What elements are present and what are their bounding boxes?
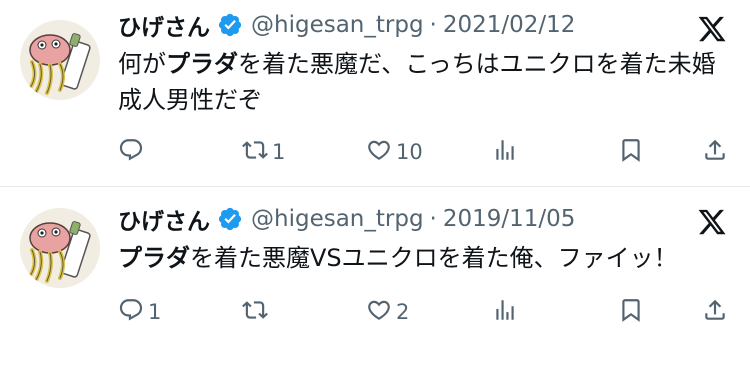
retweet-button[interactable]	[242, 294, 272, 330]
share-button[interactable]	[702, 134, 728, 170]
views-icon	[492, 297, 518, 328]
avatar[interactable]	[20, 208, 100, 288]
tweet-text-bold: プラダ	[166, 50, 238, 78]
verified-badge-icon	[217, 12, 243, 38]
tweet-text-part: を着た悪魔VSユニクロを着た俺、ファイッ！	[190, 244, 678, 272]
bookmark-button[interactable]	[618, 134, 644, 170]
reply-icon	[118, 137, 144, 168]
separator-dot: ·	[429, 206, 437, 232]
share-icon	[702, 137, 728, 168]
tweet-header: ひげさん @higesan_trpg · 2019/11/05	[118, 202, 575, 236]
views-button[interactable]	[492, 134, 518, 170]
reply-button[interactable]: 1	[118, 294, 161, 330]
verified-badge-icon	[217, 206, 243, 232]
like-icon	[366, 137, 392, 168]
user-handle[interactable]: @higesan_trpg	[251, 12, 424, 38]
tweet-text: 何がプラダを着た悪魔だ、こっちはユニクロを着た未婚成人男性だぞ	[118, 46, 730, 118]
display-name[interactable]: ひげさん	[118, 202, 210, 236]
views-icon	[492, 137, 518, 168]
share-icon	[702, 297, 728, 328]
tweet-header: ひげさん @higesan_trpg · 2021/02/12	[118, 8, 575, 42]
like-count: 10	[396, 140, 423, 164]
x-logo-icon[interactable]	[696, 207, 728, 237]
separator-dot: ·	[429, 12, 437, 38]
like-icon	[366, 297, 392, 328]
reply-icon	[118, 297, 144, 328]
like-count: 2	[396, 300, 410, 324]
user-handle[interactable]: @higesan_trpg	[251, 206, 424, 232]
bookmark-icon	[618, 297, 644, 328]
x-logo-icon[interactable]	[696, 14, 728, 44]
bookmark-button[interactable]	[618, 294, 644, 330]
reply-button[interactable]	[118, 134, 148, 170]
tweet-date[interactable]: 2021/02/12	[443, 12, 576, 38]
like-button[interactable]: 2	[366, 294, 409, 330]
tweet-date[interactable]: 2019/11/05	[443, 206, 576, 232]
action-bar: 1 10	[118, 134, 738, 170]
like-button[interactable]: 10	[366, 134, 423, 170]
bookmark-icon	[618, 137, 644, 168]
tweet-text-part: 何が	[118, 50, 166, 78]
views-button[interactable]	[492, 294, 518, 330]
retweet-icon	[242, 297, 268, 328]
reply-count: 1	[148, 300, 162, 324]
tweet-text-bold: プラダ	[118, 244, 190, 272]
retweet-icon	[242, 137, 268, 168]
share-button[interactable]	[702, 294, 728, 330]
tweet-text: プラダを着た悪魔VSユニクロを着た俺、ファイッ！	[118, 240, 730, 276]
retweet-button[interactable]: 1	[242, 134, 285, 170]
retweet-count: 1	[272, 140, 286, 164]
display-name[interactable]: ひげさん	[118, 8, 210, 42]
avatar[interactable]	[20, 20, 100, 100]
action-bar: 1 2	[118, 294, 738, 330]
